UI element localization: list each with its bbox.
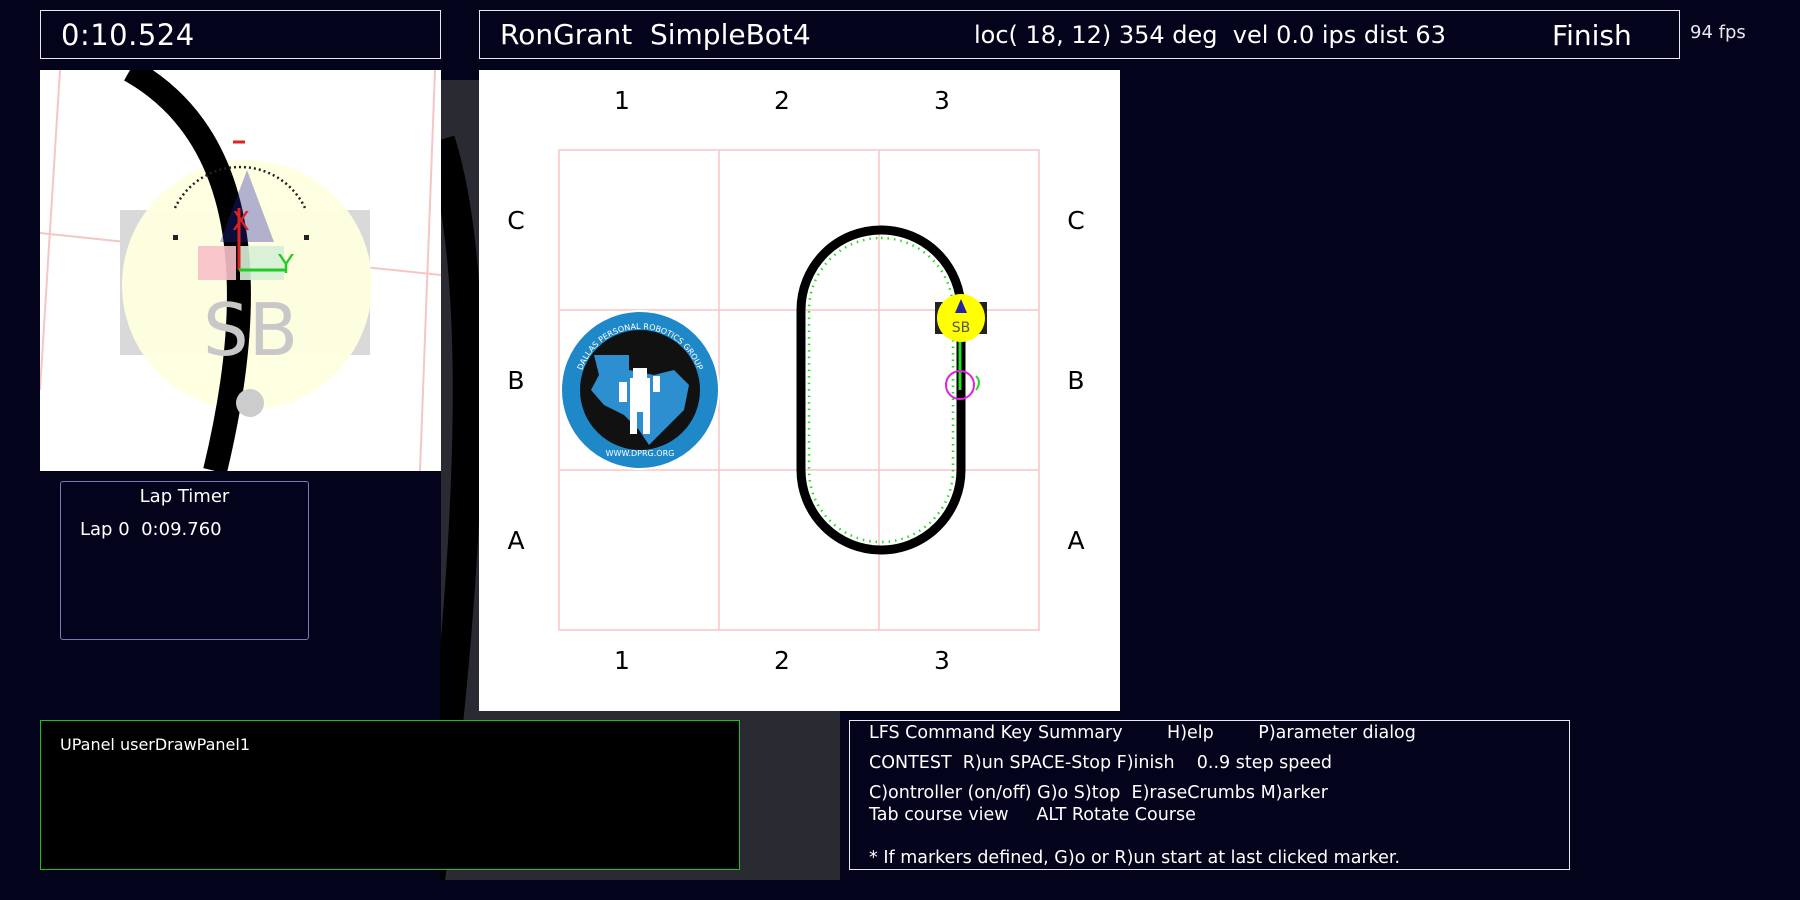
row-label-left: C <box>507 206 524 235</box>
elapsed-time: 0:10.524 <box>61 18 195 52</box>
course-map[interactable]: 1 2 3 1 2 3 C B A C B A SB DALLAS PERSON… <box>479 70 1120 711</box>
logo-url: WWW.DPRG.ORG <box>606 449 675 458</box>
robot-telemetry: loc( 18, 12) 354 deg vel 0.0 ips dist 63 <box>974 21 1446 49</box>
caster-wheel <box>236 389 264 417</box>
help-line: LFS Command Key Summary H)elp P)arameter… <box>869 723 1416 743</box>
finish-button[interactable]: Finish <box>1552 19 1632 52</box>
lap-timer-title: Lap Timer <box>139 486 230 507</box>
help-line: C)ontroller (on/off) G)o S)top E)raseCru… <box>869 783 1328 803</box>
user-draw-panel[interactable]: UPanel userDrawPanel1 <box>40 720 740 870</box>
row-label-right: B <box>1067 366 1084 395</box>
lap-entry: Lap 0 0:09.760 <box>80 519 222 540</box>
course-graphic: 1 2 3 1 2 3 C B A C B A SB DALLAS PERSON… <box>507 86 1084 675</box>
column-label-bottom: 1 <box>614 646 630 675</box>
elapsed-timer: 0:10.524 <box>40 10 441 59</box>
column-label-top: 3 <box>934 86 950 115</box>
fps-counter: 94 fps <box>1690 22 1746 43</box>
user-panel-label: UPanel userDrawPanel1 <box>60 735 250 754</box>
row-label-right: C <box>1067 206 1084 235</box>
y-axis-label: Y <box>277 250 294 280</box>
row-label-left: B <box>507 366 524 395</box>
column-label-bottom: 2 <box>774 646 790 675</box>
lap-timer-panel: Lap Timer Lap 0 0:09.760 <box>60 481 309 640</box>
dprg-logo: DALLAS PERSONAL ROBOTICS GROUP WWW.DPRG.… <box>560 310 720 470</box>
breadcrumb-trail <box>807 236 955 544</box>
command-key-summary: LFS Command Key Summary H)elp P)arameter… <box>849 720 1570 870</box>
help-line: CONTEST R)un SPACE-Stop F)inish 0..9 ste… <box>869 753 1333 773</box>
robot-initials: SB <box>203 288 298 372</box>
x-axis-label: X <box>232 207 250 237</box>
row-label-right: A <box>1067 526 1084 555</box>
column-label-top: 2 <box>774 86 790 115</box>
column-label-bottom: 3 <box>934 646 950 675</box>
robot-marker-initials: SB <box>952 320 971 336</box>
sensor-view-graphic: SB X Y <box>40 70 441 471</box>
help-line: Tab course view ALT Rotate Course <box>869 805 1196 825</box>
status-bar: RonGrant SimpleBot4 loc( 18, 12) 354 deg… <box>479 10 1680 59</box>
oval-track <box>796 225 966 555</box>
robot-sensor-view[interactable]: SB X Y <box>40 70 441 471</box>
row-label-left: A <box>507 526 524 555</box>
help-line: * If markers defined, G)o or R)un start … <box>869 848 1401 868</box>
column-label-top: 1 <box>614 86 630 115</box>
robot-name: RonGrant SimpleBot4 <box>500 18 811 51</box>
